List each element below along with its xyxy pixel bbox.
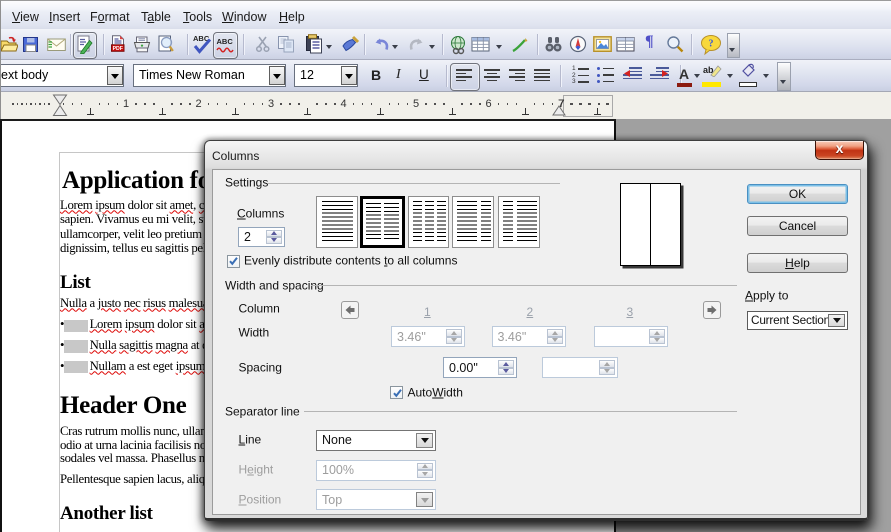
svg-text:ABC: ABC	[217, 37, 234, 46]
svg-text:PDF: PDF	[113, 46, 123, 52]
svg-text:?: ?	[709, 39, 714, 50]
